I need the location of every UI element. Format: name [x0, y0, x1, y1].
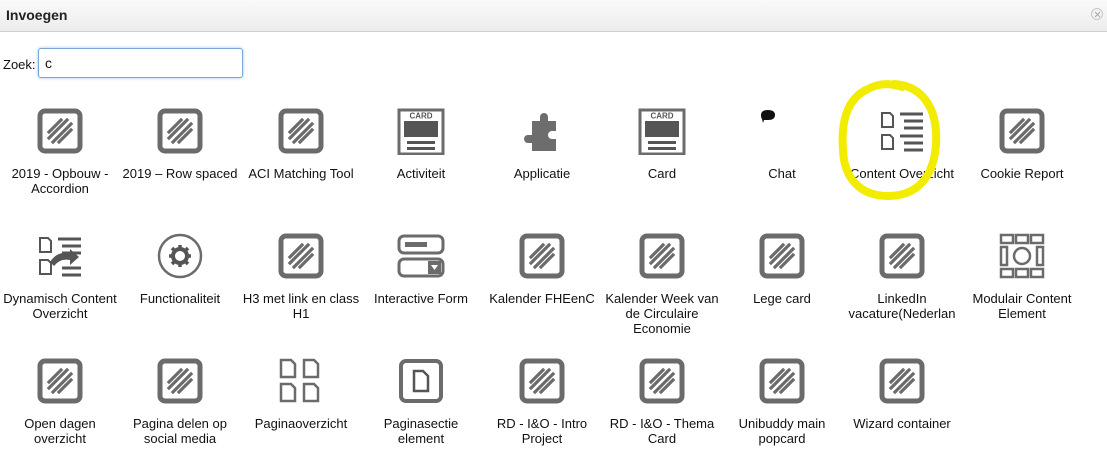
tile-label: 2019 - Opbouw - Accordion — [11, 166, 109, 196]
card-icon: CARD — [638, 107, 686, 155]
tile-label: Lege card — [753, 291, 811, 306]
block-icon — [156, 357, 204, 405]
pages-grid-icon — [277, 357, 325, 405]
tile-rd-i-o-thema-card[interactable]: RD - I&O - Thema Card — [602, 357, 722, 457]
puzzle-icon — [518, 107, 566, 155]
block-icon — [758, 357, 806, 405]
tile-label: Pagina delen op social media — [133, 416, 227, 446]
block-icon — [878, 357, 926, 405]
tile-label: Card — [647, 166, 677, 181]
tile-activiteit[interactable]: CARD Activiteit — [361, 107, 481, 207]
tile-label: 2019 – Row spaced — [122, 166, 238, 181]
tile-label: Activiteit — [396, 166, 446, 181]
dialog-titlebar: Invoegen — [0, 0, 1107, 32]
tile-label: Content Overzicht — [849, 166, 955, 181]
tile-dynamisch-content-overzicht[interactable]: Dynamisch Content Overzicht — [0, 232, 120, 332]
tile-label: Functionaliteit — [139, 291, 221, 306]
tile-paginasectie-element[interactable]: Paginasectie element — [361, 357, 481, 457]
block-icon — [518, 357, 566, 405]
tile-pagina-delen-op-social-media[interactable]: Pagina delen op social media — [120, 357, 240, 457]
form-icon — [397, 232, 445, 280]
block-icon — [36, 357, 84, 405]
tile-label: Open dagen overzicht — [24, 416, 96, 446]
dialog-title: Invoegen — [6, 7, 68, 23]
tile-label: Modulair Content Element — [972, 291, 1072, 321]
tile-label: ACI Matching Tool — [248, 166, 354, 181]
tile-paginaoverzicht[interactable]: Paginaoverzicht — [241, 357, 361, 457]
card-icon-text: CARD — [409, 112, 432, 121]
block-icon — [638, 357, 686, 405]
tile-cookie-report[interactable]: Cookie Report — [962, 107, 1082, 207]
card-icon-text: CARD — [650, 112, 673, 121]
block-icon — [277, 107, 325, 155]
tile-label: RD - I&O - Thema Card — [609, 416, 715, 446]
tile-label: LinkedIn vacature(Nederlan — [848, 291, 956, 321]
block-icon — [758, 232, 806, 280]
modular-icon — [998, 232, 1046, 280]
page-section-icon — [397, 357, 445, 405]
tile-card[interactable]: CARD Card — [602, 107, 722, 207]
tile-rd-i-o-intro-project[interactable]: RD - I&O - Intro Project — [482, 357, 602, 457]
tile-2019-row-spaced[interactable]: 2019 – Row spaced — [120, 107, 240, 207]
tile-linkedin-vacature-nederlan[interactable]: LinkedIn vacature(Nederlan — [842, 232, 962, 332]
tile-2019-opbouw-accordion[interactable]: 2019 - Opbouw - Accordion — [0, 107, 120, 207]
tile-label: Wizard container — [853, 416, 951, 431]
content-list-icon — [878, 107, 926, 155]
block-icon — [998, 107, 1046, 155]
block-icon — [878, 232, 926, 280]
block-icon — [518, 232, 566, 280]
close-icon[interactable] — [1091, 8, 1103, 20]
search-label: Zoek: — [3, 57, 36, 72]
tile-applicatie[interactable]: Applicatie — [482, 107, 602, 207]
tile-label: Dynamisch Content Overzicht — [3, 291, 117, 321]
tile-modulair-content-element[interactable]: Modulair Content Element — [962, 232, 1082, 332]
tile-unibuddy-main-popcard[interactable]: Unibuddy main popcard — [722, 357, 842, 457]
search-input[interactable] — [38, 48, 243, 78]
tile-kalender-fheenc[interactable]: Kalender FHEenC — [482, 232, 602, 332]
tile-label: RD - I&O - Intro Project — [496, 416, 588, 446]
tile-label: Applicatie — [513, 166, 571, 181]
tile-interactive-form[interactable]: Interactive Form — [361, 232, 481, 332]
tile-label: Paginasectie element — [383, 416, 459, 446]
block-icon — [36, 107, 84, 155]
tile-functionaliteit[interactable]: Functionaliteit — [120, 232, 240, 332]
tile-open-dagen-overzicht[interactable]: Open dagen overzicht — [0, 357, 120, 457]
tile-label: Kalender FHEenC — [489, 291, 595, 306]
tile-label: Chat — [768, 166, 796, 181]
tile-chat[interactable]: Chat — [722, 107, 842, 207]
tile-kalender-week-van-de-circulaire-economie[interactable]: Kalender Week van de Circulaire Economie — [602, 232, 722, 336]
block-icon — [638, 232, 686, 280]
tile-wizard-container[interactable]: Wizard container — [842, 357, 962, 457]
tile-aci-matching-tool[interactable]: ACI Matching Tool — [241, 107, 361, 207]
chat-icon — [758, 107, 806, 155]
tile-label: Kalender Week van de Circulaire Economie — [605, 291, 719, 336]
tile-label: Interactive Form — [374, 291, 468, 306]
tile-label: Unibuddy main popcard — [738, 416, 826, 446]
tile-label: H3 met link en class H1 — [242, 291, 360, 321]
tile-label: Cookie Report — [980, 166, 1064, 181]
gear-icon — [156, 232, 204, 280]
tile-label: Paginaoverzicht — [254, 416, 348, 431]
tile-lege-card[interactable]: Lege card — [722, 232, 842, 332]
block-icon — [277, 232, 325, 280]
tile-h3-met-link-en-class-h1[interactable]: H3 met link en class H1 — [241, 232, 361, 332]
dynamic-content-icon — [36, 232, 84, 280]
card-icon: CARD — [397, 107, 445, 155]
block-icon — [156, 107, 204, 155]
tile-content-overzicht[interactable]: Content Overzicht — [842, 107, 962, 207]
